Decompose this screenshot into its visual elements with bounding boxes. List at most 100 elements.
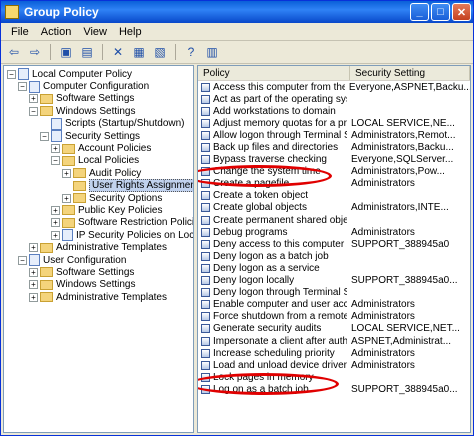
policy-row[interactable]: Allow logon through Terminal Serv... Admi… <box>198 129 470 141</box>
policy-icon <box>201 203 210 213</box>
policy-row[interactable]: Bypass traverse checking Everyone,SQLServ… <box>198 154 470 166</box>
tree-node[interactable]: + Audit Policy <box>4 167 193 179</box>
expand-icon[interactable]: + <box>51 144 60 154</box>
console-icon[interactable]: ▥ <box>203 43 221 61</box>
collapse-icon[interactable]: − <box>18 255 27 265</box>
policy-node-icon <box>62 229 73 242</box>
tree-node[interactable]: User Rights Assignment <box>4 179 193 193</box>
expand-icon[interactable]: + <box>51 230 60 240</box>
tree-node[interactable]: + Account Policies <box>4 142 193 154</box>
collapse-icon[interactable]: − <box>18 82 27 92</box>
tree-node[interactable]: − User Configuration <box>4 254 193 267</box>
security-setting-cell: SUPPORT_388945a0 <box>351 238 450 250</box>
policy-row[interactable]: Impersonate a client after authen... ASPN… <box>198 335 470 347</box>
tree-node[interactable]: Scripts (Startup/Shutdown) <box>4 117 193 130</box>
policy-name: Enable computer and user account... <box>213 299 347 311</box>
collapse-icon[interactable]: − <box>7 69 16 79</box>
tree-pane[interactable]: − Local Computer Policy − Computer Configur… <box>3 65 194 433</box>
policy-cell: Allow logon through Terminal Serv... <box>198 130 347 141</box>
policy-cell: Act as part of the operating system <box>198 94 347 105</box>
policy-row[interactable]: Enable computer and user account... Admin… <box>198 299 470 311</box>
menu-help[interactable]: Help <box>113 25 148 39</box>
tree-node-label: Scripts (Startup/Shutdown) <box>65 118 185 130</box>
tree-node[interactable]: + Windows Settings <box>4 279 193 291</box>
tree-node[interactable]: − Computer Configuration <box>4 80 193 93</box>
expand-icon[interactable]: + <box>29 267 38 277</box>
folder-icon <box>40 292 53 303</box>
policy-row[interactable]: Add workstations to domain <box>198 105 470 117</box>
collapse-icon[interactable]: − <box>40 131 49 141</box>
policy-row[interactable]: Create global objects Administrators,INTE… <box>198 202 470 214</box>
policy-row[interactable]: Deny logon as a batch job <box>198 250 470 262</box>
expand-icon[interactable]: + <box>62 193 71 203</box>
collapse-icon[interactable]: − <box>51 156 60 166</box>
policy-row[interactable]: Deny access to this computer from ... SUP… <box>198 238 470 250</box>
properties-icon[interactable]: ▦ <box>130 43 148 61</box>
policy-row[interactable]: Generate security audits LOCAL SERVICE,NE… <box>198 323 470 335</box>
tree-node[interactable]: + Software Restriction Policies <box>4 217 193 229</box>
help-icon[interactable]: ? <box>182 43 200 61</box>
collapse-icon[interactable]: − <box>29 106 38 116</box>
tree-node[interactable]: − Local Computer Policy <box>4 68 193 81</box>
expand-icon[interactable]: + <box>29 292 38 302</box>
tree-node[interactable]: + Software Settings <box>4 266 193 278</box>
tree-node-label: Audit Policy <box>89 167 142 179</box>
policy-icon <box>201 143 210 153</box>
show-tree-icon[interactable]: ▤ <box>78 43 96 61</box>
tree-node[interactable]: + IP Security Policies on Local Co <box>4 229 194 242</box>
policy-row[interactable]: Access this computer from the net...Ever… <box>198 81 470 93</box>
policy-row[interactable]: Deny logon locally SUPPORT_388945a0... <box>198 275 470 287</box>
tree-node-label: Computer Configuration <box>43 81 150 93</box>
expand-icon[interactable]: + <box>51 205 60 215</box>
up-folder-icon[interactable]: ▣ <box>57 43 75 61</box>
policy-row[interactable]: Deny logon as a service <box>198 262 470 274</box>
minimize-button[interactable]: _ <box>410 3 429 21</box>
column-header-policy[interactable]: Policy <box>198 66 350 80</box>
policy-row[interactable]: Deny logon through Terminal Servi... <box>198 287 470 299</box>
menu-action[interactable]: Action <box>35 25 78 39</box>
tree-node[interactable]: + Public Key Policies <box>4 204 193 216</box>
tree-node[interactable]: − Security Settings <box>4 130 193 143</box>
menu-view[interactable]: View <box>77 25 113 39</box>
maximize-button[interactable]: □ <box>431 3 450 21</box>
policy-row[interactable]: Create permanent shared objects <box>198 214 470 226</box>
expand-icon[interactable]: + <box>62 168 71 178</box>
tree-node[interactable]: − Windows Settings <box>4 105 193 117</box>
policy-row[interactable]: Debug programs Administrators <box>198 226 470 238</box>
tree-node-label: User Rights Assignment <box>89 179 193 193</box>
toolbar-separator <box>175 44 176 60</box>
tree-node[interactable]: + Software Settings <box>4 93 193 105</box>
policy-row[interactable]: Increase scheduling priority Administrato… <box>198 347 470 359</box>
security-setting-cell: LOCAL SERVICE,NET... <box>351 323 460 335</box>
toolbar-separator <box>50 44 51 60</box>
expand-icon[interactable]: + <box>29 280 38 290</box>
expand-icon[interactable]: + <box>51 218 60 228</box>
policy-row[interactable]: Force shutdown from a remote sy... Admini… <box>198 311 470 323</box>
policy-row[interactable]: Change the system time Administrators,Pow… <box>198 166 470 178</box>
policy-row[interactable]: Create a token object <box>198 190 470 202</box>
expand-icon[interactable]: + <box>29 94 38 104</box>
back-arrow-icon[interactable]: ⇦ <box>5 43 23 61</box>
policy-row[interactable]: Log on as a batch job SUPPORT_388945a0... <box>198 383 470 395</box>
forward-arrow-icon[interactable]: ⇨ <box>26 43 44 61</box>
tree-node[interactable]: + Administrative Templates <box>4 241 193 253</box>
export-list-icon[interactable]: ▧ <box>151 43 169 61</box>
close-button[interactable]: ✕ <box>452 3 471 21</box>
column-header-setting[interactable]: Security Setting <box>350 66 470 80</box>
policy-row[interactable]: Create a pagefile Administrators <box>198 178 470 190</box>
expand-icon[interactable]: + <box>29 243 38 253</box>
folder-icon <box>62 155 75 166</box>
policy-row[interactable]: Adjust memory quotas for a process LOCAL … <box>198 117 470 129</box>
policy-row[interactable]: Back up files and directories Administrat… <box>198 141 470 153</box>
tree-node[interactable]: + Security Options <box>4 192 193 204</box>
tree-node-label: IP Security Policies on Local Co <box>76 229 194 241</box>
policy-row[interactable]: Load and unload device drivers Administra… <box>198 359 470 371</box>
delete-icon[interactable]: ✕ <box>109 43 127 61</box>
policy-row[interactable]: Act as part of the operating system <box>198 93 470 105</box>
tree-node-label: Administrative Templates <box>56 291 167 303</box>
details-pane[interactable]: Policy Security Setting Access this comp… <box>197 65 471 433</box>
menu-file[interactable]: File <box>5 25 35 39</box>
tree-node[interactable]: + Administrative Templates <box>4 291 193 303</box>
tree-node[interactable]: − Local Policies <box>4 155 193 167</box>
policy-row[interactable]: Lock pages in memory <box>198 371 470 383</box>
